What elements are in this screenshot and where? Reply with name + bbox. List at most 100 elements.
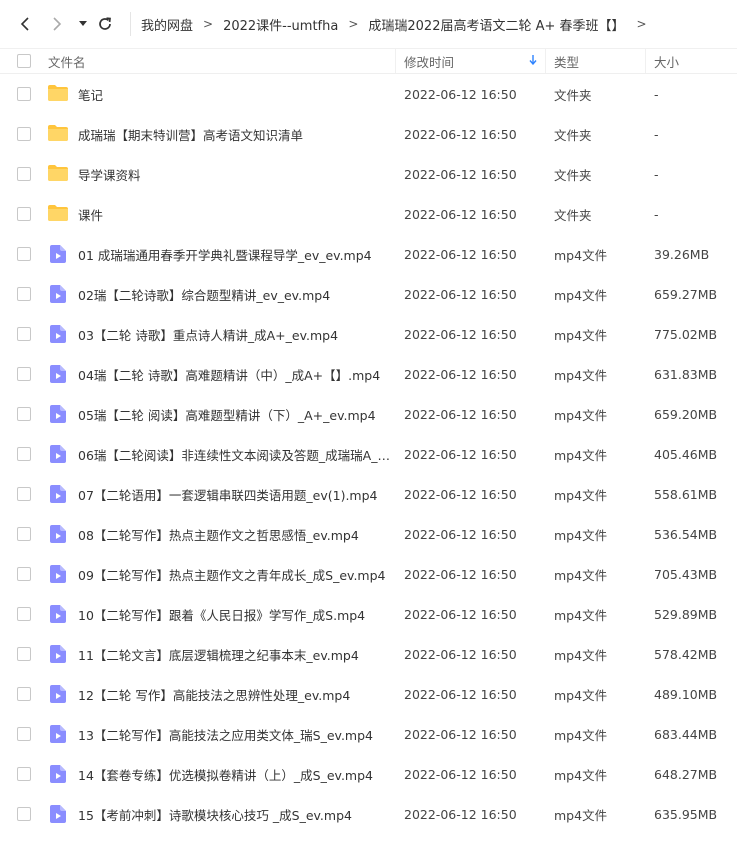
file-row[interactable]: 03【二轮 诗歌】重点诗人精讲_成A+_ev.mp4 2022-06-12 16:…: [0, 314, 737, 354]
file-row[interactable]: 15【考前冲刺】诗歌模块核心技巧 _成S_ev.mp4 2022-06-12 16…: [0, 794, 737, 834]
row-select-cell: [0, 727, 48, 741]
column-header-name[interactable]: 文件名: [48, 49, 396, 73]
refresh-button[interactable]: [94, 13, 116, 35]
file-name-cell[interactable]: 03【二轮 诗歌】重点诗人精讲_成A+_ev.mp4: [48, 325, 396, 344]
row-checkbox[interactable]: [17, 247, 31, 261]
file-row[interactable]: 12【二轮 写作】高能技法之思辨性处理_ev.mp4 2022-06-12 16:…: [0, 674, 737, 714]
file-name-cell[interactable]: 10【二轮写作】跟着《人民日报》学写作_成S.mp4: [48, 605, 396, 624]
modified-time: 2022-06-12 16:50: [404, 726, 517, 742]
folder-icon: [48, 165, 68, 183]
row-checkbox[interactable]: [17, 687, 31, 701]
file-name-cell[interactable]: 02瑞【二轮诗歌】综合题型精讲_ev_ev.mp4: [48, 285, 396, 304]
back-button[interactable]: [14, 13, 36, 35]
video-file-icon: [48, 725, 68, 743]
row-checkbox[interactable]: [17, 127, 31, 141]
sort-descending-icon[interactable]: [529, 54, 537, 68]
row-checkbox[interactable]: [17, 407, 31, 421]
row-checkbox[interactable]: [17, 447, 31, 461]
row-checkbox[interactable]: [17, 567, 31, 581]
file-name-cell[interactable]: 12【二轮 写作】高能技法之思辨性处理_ev.mp4: [48, 685, 396, 704]
row-select-cell: [0, 127, 48, 141]
row-checkbox[interactable]: [17, 807, 31, 821]
row-checkbox[interactable]: [17, 487, 31, 501]
file-name-cell[interactable]: 07【二轮语用】一套逻辑串联四类语用题_ev(1).mp4: [48, 485, 396, 504]
file-type: mp4文件: [554, 447, 608, 463]
column-header-size[interactable]: 大小: [646, 49, 737, 73]
file-name-cell[interactable]: 15【考前冲刺】诗歌模块核心技巧 _成S_ev.mp4: [48, 805, 396, 824]
file-name: 06瑞【二轮阅读】非连续性文本阅读及答题_成瑞瑞A_ev....: [78, 447, 390, 463]
file-name-cell[interactable]: 05瑞【二轮 阅读】高难题型精讲（下）_A+_ev.mp4: [48, 405, 396, 424]
file-name-cell[interactable]: 成瑞瑞【期末特训营】高考语文知识清单: [48, 125, 396, 144]
file-name-cell[interactable]: 01 成瑞瑞通用春季开学典礼暨课程导学_ev_ev.mp4: [48, 245, 396, 264]
modified-time: 2022-06-12 16:50: [404, 486, 517, 502]
file-name-cell[interactable]: 06瑞【二轮阅读】非连续性文本阅读及答题_成瑞瑞A_ev....: [48, 445, 396, 464]
row-checkbox[interactable]: [17, 647, 31, 661]
column-header-time[interactable]: 修改时间: [396, 49, 546, 73]
breadcrumb-item-current[interactable]: 成瑞瑞2022届高考语文二轮 A+ 春季班【】: [368, 15, 624, 34]
row-select-cell: [0, 567, 48, 581]
modified-time: 2022-06-12 16:50: [404, 246, 517, 262]
file-name-cell[interactable]: 导学课资料: [48, 165, 396, 184]
file-row[interactable]: 笔记 2022-06-12 16:50 文件夹 -: [0, 74, 737, 114]
video-file-icon: [48, 605, 68, 623]
file-row[interactable]: 导学课资料 2022-06-12 16:50 文件夹 -: [0, 154, 737, 194]
row-checkbox[interactable]: [17, 207, 31, 221]
top-navigation-bar: 我的网盘 > 2022课件--umtfha > 成瑞瑞2022届高考语文二轮 A…: [0, 0, 737, 49]
file-row[interactable]: 02瑞【二轮诗歌】综合题型精讲_ev_ev.mp4 2022-06-12 16:5…: [0, 274, 737, 314]
file-size: 683.44MB: [654, 726, 718, 742]
row-checkbox[interactable]: [17, 367, 31, 381]
modified-time: 2022-06-12 16:50: [404, 206, 517, 222]
row-checkbox[interactable]: [17, 727, 31, 741]
row-select-cell: [0, 87, 48, 101]
row-checkbox[interactable]: [17, 287, 31, 301]
file-row[interactable]: 01 成瑞瑞通用春季开学典礼暨课程导学_ev_ev.mp4 2022-06-12 …: [0, 234, 737, 274]
row-checkbox[interactable]: [17, 87, 31, 101]
row-checkbox[interactable]: [17, 167, 31, 181]
file-type: mp4文件: [554, 367, 608, 383]
file-name-cell[interactable]: 14【套卷专练】优选模拟卷精讲（上）_成S_ev.mp4: [48, 765, 396, 784]
file-name-cell[interactable]: 笔记: [48, 85, 396, 104]
row-checkbox[interactable]: [17, 607, 31, 621]
select-all-cell: [0, 54, 48, 68]
file-type: mp4文件: [554, 767, 608, 783]
breadcrumb-item-parent[interactable]: 2022课件--umtfha: [223, 15, 338, 34]
file-row[interactable]: 14【套卷专练】优选模拟卷精讲（上）_成S_ev.mp4 2022-06-12 1…: [0, 754, 737, 794]
file-size: 489.10MB: [654, 686, 718, 702]
column-header-size-label: 大小: [654, 54, 680, 70]
file-row[interactable]: 13【二轮写作】高能技法之应用类文体_瑞S_ev.mp4 2022-06-12 1…: [0, 714, 737, 754]
column-header-type[interactable]: 类型: [546, 49, 646, 73]
row-select-cell: [0, 287, 48, 301]
file-name-cell[interactable]: 13【二轮写作】高能技法之应用类文体_瑞S_ev.mp4: [48, 725, 396, 744]
file-row[interactable]: 11【二轮文言】底层逻辑梳理之纪事本末_ev.mp4 2022-06-12 16:…: [0, 634, 737, 674]
row-select-cell: [0, 807, 48, 821]
row-checkbox[interactable]: [17, 327, 31, 341]
file-row[interactable]: 10【二轮写作】跟着《人民日报》学写作_成S.mp4 2022-06-12 16:…: [0, 594, 737, 634]
file-name-cell[interactable]: 04瑞【二轮 诗歌】高难题精讲（中）_成A+【】.mp4: [48, 365, 396, 384]
file-row[interactable]: 09【二轮写作】热点主题作文之青年成长_成S_ev.mp4 2022-06-12 …: [0, 554, 737, 594]
file-row[interactable]: 07【二轮语用】一套逻辑串联四类语用题_ev(1).mp4 2022-06-12 …: [0, 474, 737, 514]
file-row[interactable]: 06瑞【二轮阅读】非连续性文本阅读及答题_成瑞瑞A_ev.... 2022-06-…: [0, 434, 737, 474]
forward-button[interactable]: [46, 13, 68, 35]
row-checkbox[interactable]: [17, 767, 31, 781]
file-name-cell[interactable]: 11【二轮文言】底层逻辑梳理之纪事本末_ev.mp4: [48, 645, 396, 664]
video-file-icon: [48, 765, 68, 783]
file-row[interactable]: 08【二轮写作】热点主题作文之哲思感悟_ev.mp4 2022-06-12 16:…: [0, 514, 737, 554]
file-name: 13【二轮写作】高能技法之应用类文体_瑞S_ev.mp4: [78, 727, 373, 743]
file-row[interactable]: 成瑞瑞【期末特训营】高考语文知识清单 2022-06-12 16:50 文件夹 -: [0, 114, 737, 154]
video-file-icon: [48, 805, 68, 823]
file-row[interactable]: 04瑞【二轮 诗歌】高难题精讲（中）_成A+【】.mp4 2022-06-12 1…: [0, 354, 737, 394]
breadcrumb-item-root[interactable]: 我的网盘: [141, 15, 193, 34]
file-row[interactable]: 05瑞【二轮 阅读】高难题型精讲（下）_A+_ev.mp4 2022-06-12 …: [0, 394, 737, 434]
history-dropdown-button[interactable]: [78, 13, 88, 35]
video-file-icon: [48, 405, 68, 423]
select-all-checkbox[interactable]: [17, 54, 31, 68]
file-name-cell[interactable]: 课件: [48, 205, 396, 224]
row-checkbox[interactable]: [17, 527, 31, 541]
file-name-cell[interactable]: 08【二轮写作】热点主题作文之哲思感悟_ev.mp4: [48, 525, 396, 544]
breadcrumb-expand-icon[interactable]: >: [637, 17, 647, 31]
file-name: 07【二轮语用】一套逻辑串联四类语用题_ev(1).mp4: [78, 487, 378, 503]
file-name-cell[interactable]: 09【二轮写作】热点主题作文之青年成长_成S_ev.mp4: [48, 565, 396, 584]
file-name: 05瑞【二轮 阅读】高难题型精讲（下）_A+_ev.mp4: [78, 407, 376, 423]
file-row[interactable]: 课件 2022-06-12 16:50 文件夹 -: [0, 194, 737, 234]
file-size: -: [654, 126, 659, 142]
